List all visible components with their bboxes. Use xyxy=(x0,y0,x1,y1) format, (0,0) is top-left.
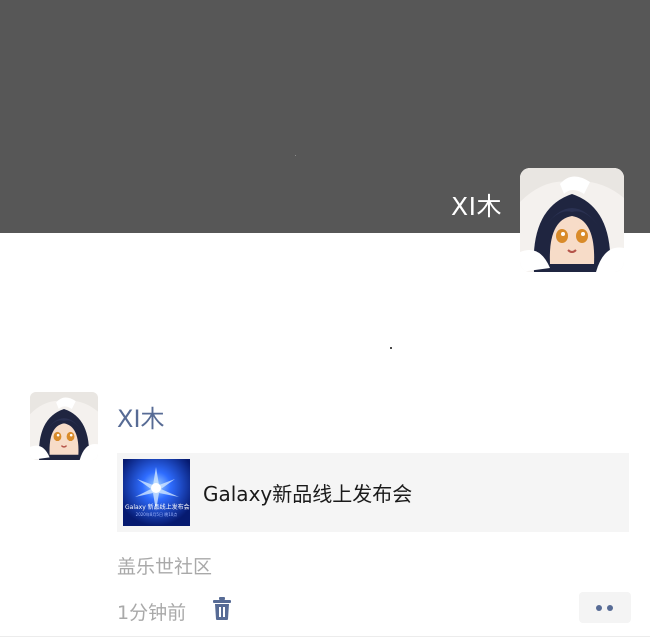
shared-link-card[interactable]: Galaxy 新品线上发布会 2020年8月5日 晚10点 Galaxy新品线上… xyxy=(117,453,629,532)
speck xyxy=(390,347,392,349)
shared-link-title: Galaxy新品线上发布会 xyxy=(203,482,413,506)
delete-post-button[interactable] xyxy=(211,597,233,621)
thumb-title: Galaxy 新品线上发布会 xyxy=(125,504,190,511)
more-dots-icon xyxy=(607,605,613,611)
more-dots-icon xyxy=(596,605,602,611)
post-timestamp: 1分钟前 xyxy=(117,602,187,624)
post-author-avatar[interactable] xyxy=(30,392,98,460)
anime-girl-avatar-icon xyxy=(30,392,98,460)
more-actions-button[interactable] xyxy=(579,592,631,623)
divider xyxy=(0,636,650,637)
trash-icon xyxy=(213,597,231,620)
post-source-label[interactable]: 盖乐世社区 xyxy=(117,552,212,579)
anime-girl-avatar-icon xyxy=(520,168,624,272)
post-author-name[interactable]: XI木 xyxy=(117,399,165,434)
profile-name[interactable]: XI木 xyxy=(451,187,502,223)
moments-page: XI木 XI木 Galaxy 新品线上发布会 2020年8月5日 晚10点 Ga… xyxy=(0,0,650,644)
thumb-subtitle: 2020年8月5日 晚10点 xyxy=(135,512,178,517)
galaxy-event-thumbnail-icon: Galaxy 新品线上发布会 2020年8月5日 晚10点 xyxy=(123,459,190,526)
cover-speck xyxy=(295,155,296,156)
profile-avatar[interactable] xyxy=(520,168,624,272)
